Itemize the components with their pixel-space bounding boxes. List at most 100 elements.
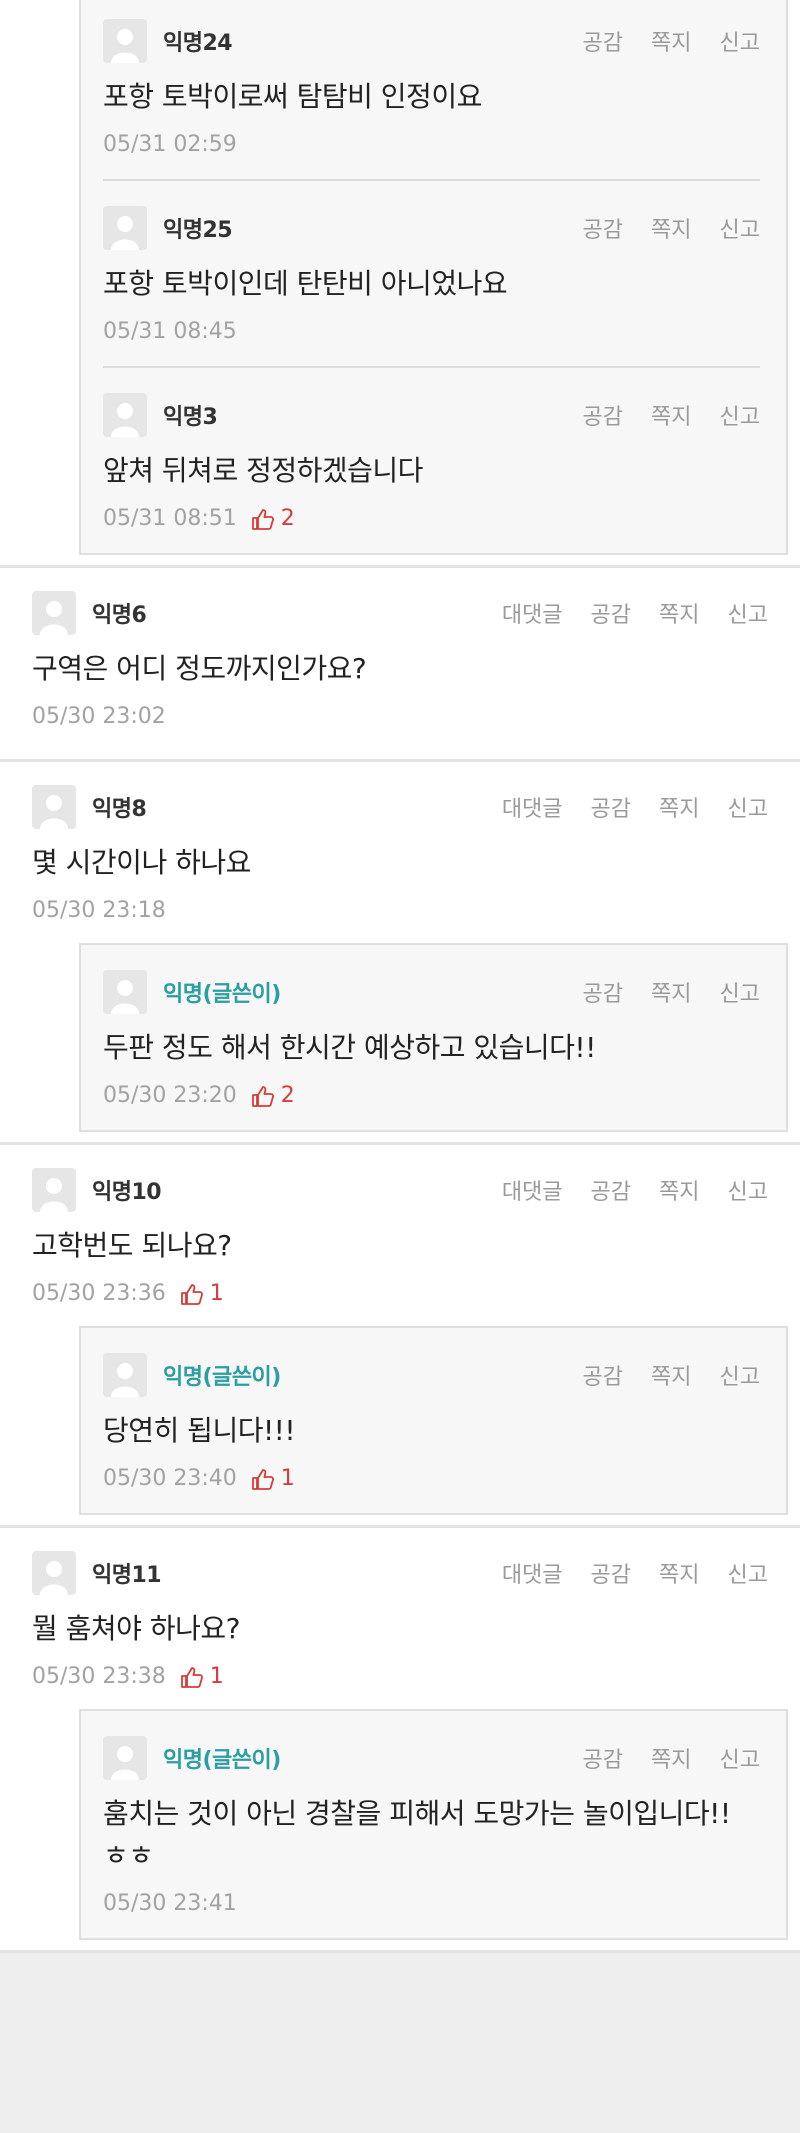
report-button[interactable]: 신고 [728, 597, 768, 629]
empathy-button[interactable]: 공감 [583, 212, 623, 244]
reply-button[interactable]: 대댓글 [502, 1557, 563, 1589]
report-button[interactable]: 신고 [720, 1359, 760, 1391]
author-name: 익명(글쓴이) [163, 982, 281, 1007]
report-button[interactable]: 신고 [728, 791, 768, 823]
timestamp: 05/30 23:40 [103, 1466, 237, 1491]
like-count[interactable]: 2 [251, 1083, 295, 1108]
like-number: 2 [280, 1083, 295, 1108]
timestamp: 05/30 23:02 [32, 704, 166, 729]
comment-thread: 익명11 대댓글 공감 쪽지 신고 뭘 훔쳐야 하나요? 05/30 23:38 1 익명(글쓴… [0, 1528, 800, 1953]
reply-button[interactable]: 대댓글 [502, 791, 563, 823]
like-number: 1 [280, 1466, 295, 1491]
empathy-button[interactable]: 공감 [583, 25, 623, 57]
reply-box: 익명(글쓴이) 공감 쪽지 신고두판 정도 해서 한시간 예상하고 있습니다!! 05/… [79, 943, 788, 1132]
reply: 익명(글쓴이) 공감 쪽지 신고두판 정도 해서 한시간 예상하고 있습니다!! 05/… [103, 945, 760, 1130]
comment-meta: 05/31 02:59 [103, 132, 760, 157]
comment-actions: 공감 쪽지 신고 [583, 25, 760, 57]
reply: 익명24 공감 쪽지 신고포항 토박이로써 탐탐비 인정이요 05/31 02:59 [103, 0, 760, 181]
author-name: 익명24 [163, 31, 233, 56]
author-name: 익명(글쓴이) [163, 1748, 281, 1773]
report-button[interactable]: 신고 [728, 1557, 768, 1589]
message-button[interactable]: 쪽지 [651, 976, 691, 1008]
comment-meta: 05/30 23:20 2 [103, 1083, 760, 1108]
comment-text: 두판 정도 해서 한시간 예상하고 있습니다!! [103, 1031, 596, 1064]
comment-meta: 05/31 08:45 [103, 319, 760, 344]
empathy-button[interactable]: 공감 [591, 597, 631, 629]
reply-spacer [0, 1940, 800, 1950]
comment-actions: 대댓글 공감 쪽지 신고 [502, 791, 768, 823]
default-avatar-icon [40, 1561, 68, 1595]
author-name: 익명6 [92, 603, 147, 628]
author-name: 익명(글쓴이) [163, 1365, 281, 1390]
timestamp: 05/30 23:38 [32, 1664, 166, 1689]
reply-spacer [0, 1515, 800, 1525]
comment-header: 익명11 대댓글 공감 쪽지 신고 [32, 1550, 768, 1596]
comment-actions: 공감 쪽지 신고 [583, 1359, 760, 1391]
default-avatar-icon [111, 403, 139, 437]
message-button[interactable]: 쪽지 [659, 597, 699, 629]
comment-actions: 공감 쪽지 신고 [583, 399, 760, 431]
message-button[interactable]: 쪽지 [659, 1174, 699, 1206]
empathy-button[interactable]: 공감 [583, 1742, 623, 1774]
comment-text: 포항 토박이로써 탐탐비 인정이요 [103, 80, 482, 113]
report-button[interactable]: 신고 [720, 1742, 760, 1774]
report-button[interactable]: 신고 [720, 212, 760, 244]
reply: 익명25 공감 쪽지 신고 포항 토박이인데 탄탄비 아니었나요 05/31 08:45 [103, 181, 760, 368]
empathy-button[interactable]: 공감 [591, 1557, 631, 1589]
message-button[interactable]: 쪽지 [651, 25, 691, 57]
comment-text: 포항 토박이인데 탄탄비 아니었나요 [103, 267, 508, 300]
report-button[interactable]: 신고 [720, 399, 760, 431]
empathy-button[interactable]: 공감 [591, 791, 631, 823]
empathy-button[interactable]: 공감 [583, 1359, 623, 1391]
comment-meta: 05/30 23:36 1 [32, 1281, 768, 1306]
thumbs-up-icon [180, 1666, 203, 1688]
comment-meta: 05/30 23:02 [32, 704, 768, 729]
message-button[interactable]: 쪽지 [651, 1742, 691, 1774]
avatar [32, 591, 76, 635]
author-name: 익명8 [92, 797, 147, 822]
message-button[interactable]: 쪽지 [659, 791, 699, 823]
avatar [32, 1551, 76, 1595]
empathy-button[interactable]: 공감 [583, 976, 623, 1008]
comment-header: 익명(글쓴이) 공감 쪽지 신고 [103, 969, 760, 1015]
empathy-button[interactable]: 공감 [583, 399, 623, 431]
comment-meta: 05/31 08:51 2 [103, 506, 760, 531]
comment-text: 당연히 됩니다!!! [103, 1414, 296, 1447]
reply-box: 익명(글쓴이) 공감 쪽지 신고당연히 됩니다!!! 05/30 23:40 1 [79, 1326, 788, 1515]
default-avatar-icon [40, 601, 68, 635]
default-avatar-icon [40, 795, 68, 829]
like-count[interactable]: 1 [251, 1466, 295, 1491]
comment-text: 뭘 훔쳐야 하나요? [32, 1612, 240, 1645]
comment-actions: 대댓글 공감 쪽지 신고 [502, 1557, 768, 1589]
like-count[interactable]: 1 [180, 1281, 224, 1306]
thumbs-up-icon [180, 1283, 203, 1305]
message-button[interactable]: 쪽지 [651, 212, 691, 244]
comment: 익명10 대댓글 공감 쪽지 신고 고학번도 되나요? 05/30 23:36 1 [0, 1145, 800, 1326]
like-count[interactable]: 1 [180, 1664, 224, 1689]
timestamp: 05/31 08:51 [103, 506, 237, 531]
report-button[interactable]: 신고 [720, 25, 760, 57]
avatar [32, 1168, 76, 1212]
comment-text: 구역은 어디 정도까지인가요? [32, 652, 367, 685]
comment-actions: 공감 쪽지 신고 [583, 1742, 760, 1774]
avatar [103, 206, 147, 250]
avatar [103, 1353, 147, 1397]
comment-text: 몇 시간이나 하나요 [32, 846, 251, 879]
message-button[interactable]: 쪽지 [651, 1359, 691, 1391]
reply-button[interactable]: 대댓글 [502, 1174, 563, 1206]
timestamp: 05/30 23:36 [32, 1281, 166, 1306]
empathy-button[interactable]: 공감 [591, 1174, 631, 1206]
default-avatar-icon [40, 1178, 68, 1212]
author-name: 익명11 [92, 1563, 162, 1588]
thumbs-up-icon [251, 1085, 274, 1107]
report-button[interactable]: 신고 [720, 976, 760, 1008]
like-count[interactable]: 2 [251, 506, 295, 531]
reply-button[interactable]: 대댓글 [502, 597, 563, 629]
message-button[interactable]: 쪽지 [651, 399, 691, 431]
report-button[interactable]: 신고 [728, 1174, 768, 1206]
message-button[interactable]: 쪽지 [659, 1557, 699, 1589]
default-avatar-icon [111, 1363, 139, 1397]
avatar [103, 393, 147, 437]
comment-header: 익명24 공감 쪽지 신고 [103, 18, 760, 64]
avatar [103, 1736, 147, 1780]
